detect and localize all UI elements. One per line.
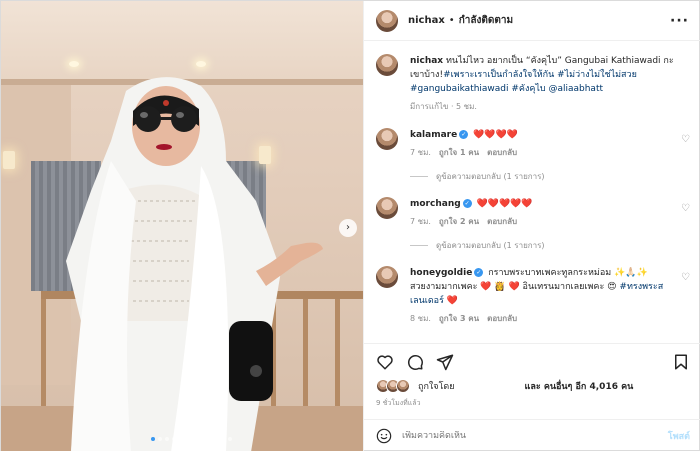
post-button[interactable]: โพสต์ xyxy=(668,429,690,443)
heart-icon[interactable]: ♡ xyxy=(681,272,690,283)
avatar[interactable] xyxy=(376,9,398,32)
following-button[interactable]: กำลังติดตาม xyxy=(459,13,513,28)
heart-icon[interactable]: ♡ xyxy=(681,203,690,214)
caption-hashtags[interactable]: #gangubaikathiawadi #คังคุไบ @aliaabhatt xyxy=(410,84,603,94)
carousel-dot xyxy=(214,437,218,441)
carousel-dot xyxy=(207,437,211,441)
reply-button[interactable]: ตอบกลับ xyxy=(487,215,517,229)
comments-list: nichax ทนไม่ไหว อยากเป็น “คังคุไบ” Gangu… xyxy=(364,42,700,343)
liker-avatars[interactable] xyxy=(376,379,410,393)
reply-button[interactable]: ตอบกลับ xyxy=(487,312,517,326)
verified-badge-icon: ✓ xyxy=(462,199,472,208)
carousel-dot xyxy=(179,437,183,441)
ceiling-light xyxy=(69,61,79,67)
heart-icon[interactable] xyxy=(376,353,394,371)
comment-text: กราบพระบาทเพคะทูลกระหม่อม ✨🙏🏻✨ xyxy=(488,268,648,278)
wall-lamp xyxy=(3,151,15,169)
bookmark-icon[interactable] xyxy=(672,353,690,371)
comment-text: ❤️❤️❤️❤️ xyxy=(473,130,518,140)
comment-likes[interactable]: ถูกใจ 1 คน xyxy=(439,146,479,160)
reply-button[interactable]: ตอบกลับ xyxy=(487,146,517,160)
post-photo[interactable]: › xyxy=(1,1,363,451)
separator: • xyxy=(448,15,455,26)
carousel-dot xyxy=(172,437,176,441)
caption: nichax ทนไม่ไหว อยากเป็น “คังคุไบ” Gangu… xyxy=(376,54,690,114)
comment: honeygoldie ✓ กราบพระบาทเพคะทูลกระหม่อม ✨… xyxy=(376,266,690,326)
comment-input[interactable] xyxy=(402,431,668,441)
post-time[interactable]: 9 ชั่วโมงที่แล้ว xyxy=(376,398,421,409)
comment-time: 7 ชม. xyxy=(410,148,431,157)
heart-icon[interactable]: ♡ xyxy=(681,134,690,145)
emoji-icon[interactable] xyxy=(376,428,392,444)
comment-username[interactable]: morchang xyxy=(410,199,461,209)
liked-by-label: ถูกใจโดย xyxy=(418,382,455,392)
carousel-dot xyxy=(158,437,162,441)
woman-in-white-sari xyxy=(66,77,323,451)
comment-text: ❤️ xyxy=(446,296,458,306)
action-bar xyxy=(364,343,700,379)
carousel-dot xyxy=(228,437,232,441)
comment-text: ❤️❤️❤️❤️❤️ xyxy=(476,199,533,209)
avatar[interactable] xyxy=(376,266,398,288)
view-replies[interactable]: ดูข้อความตอบกลับ (1 รายการ) xyxy=(410,170,690,183)
avatar[interactable] xyxy=(396,379,410,393)
avatar[interactable] xyxy=(376,128,398,150)
post-sidebar: nichax • กำลังติดตาม ··· nichax ทนไม่ไหว… xyxy=(363,1,700,451)
likes-count[interactable]: และ คนอื่นๆ อีก 4,016 คน xyxy=(525,379,634,393)
view-replies[interactable]: ดูข้อความตอบกลับ (1 รายการ) xyxy=(410,239,690,252)
comment-time: 7 ชม. xyxy=(410,217,431,226)
post-header: nichax • กำลังติดตาม ··· xyxy=(364,1,700,41)
comment-likes[interactable]: ถูกใจ 2 คน xyxy=(439,215,479,229)
view-replies-label[interactable]: ดูข้อความตอบกลับ (1 รายการ) xyxy=(436,170,545,183)
verified-badge-icon: ✓ xyxy=(474,268,484,277)
comment-likes[interactable]: ถูกใจ 3 คน xyxy=(439,312,479,326)
caption-meta: มีการแก้ไข · 5 ชม. xyxy=(410,102,477,111)
comment-text: สวยงามมากเพคะ ❤️ 👸 ❤️ อินเทรนมากเลยเพคะ … xyxy=(410,282,617,292)
ellipsis-icon[interactable]: ··· xyxy=(670,13,689,29)
verified-badge-icon: ✓ xyxy=(459,130,469,139)
add-comment-bar: โพสต์ xyxy=(364,419,700,451)
carousel-dot xyxy=(200,437,204,441)
comment-time: 8 ชม. xyxy=(410,314,431,323)
carousel-dot xyxy=(186,437,190,441)
chevron-right-icon[interactable]: › xyxy=(339,219,357,237)
likes-summary: ถูกใจโดย และ คนอื่นๆ อีก 4,016 คน xyxy=(376,379,633,393)
instagram-post: › nichax • กำลังติดตาม ··· nichax ทนไม่ไ… xyxy=(0,0,700,451)
comment: kalamare ✓ ❤️❤️❤️❤️ 7 ชม. ถูกใจ 1 คน ตอบก… xyxy=(376,128,690,160)
caption-username[interactable]: nichax xyxy=(410,56,443,66)
carousel-dot xyxy=(193,437,197,441)
caption-hashtags[interactable]: #เพราะเราเป็นกำลังใจให้กัน #ไม่ว่างไม่ใช… xyxy=(443,70,637,80)
author-username[interactable]: nichax xyxy=(408,15,445,26)
carousel-dot xyxy=(165,437,169,441)
avatar[interactable] xyxy=(376,54,398,76)
comment-username[interactable]: honeygoldie xyxy=(410,268,472,278)
share-icon[interactable] xyxy=(436,353,454,371)
view-replies-label[interactable]: ดูข้อความตอบกลับ (1 รายการ) xyxy=(436,239,545,252)
comment-icon[interactable] xyxy=(406,353,424,371)
carousel-dots xyxy=(151,437,232,441)
carousel-dot xyxy=(151,437,155,441)
ceiling xyxy=(1,1,363,81)
comment-username[interactable]: kalamare xyxy=(410,130,457,140)
carousel-dot xyxy=(221,437,225,441)
comment: morchang ✓ ❤️❤️❤️❤️❤️ 7 ชม. ถูกใจ 2 คน ตอ… xyxy=(376,197,690,229)
avatar[interactable] xyxy=(376,197,398,219)
ceiling-light xyxy=(196,61,206,67)
